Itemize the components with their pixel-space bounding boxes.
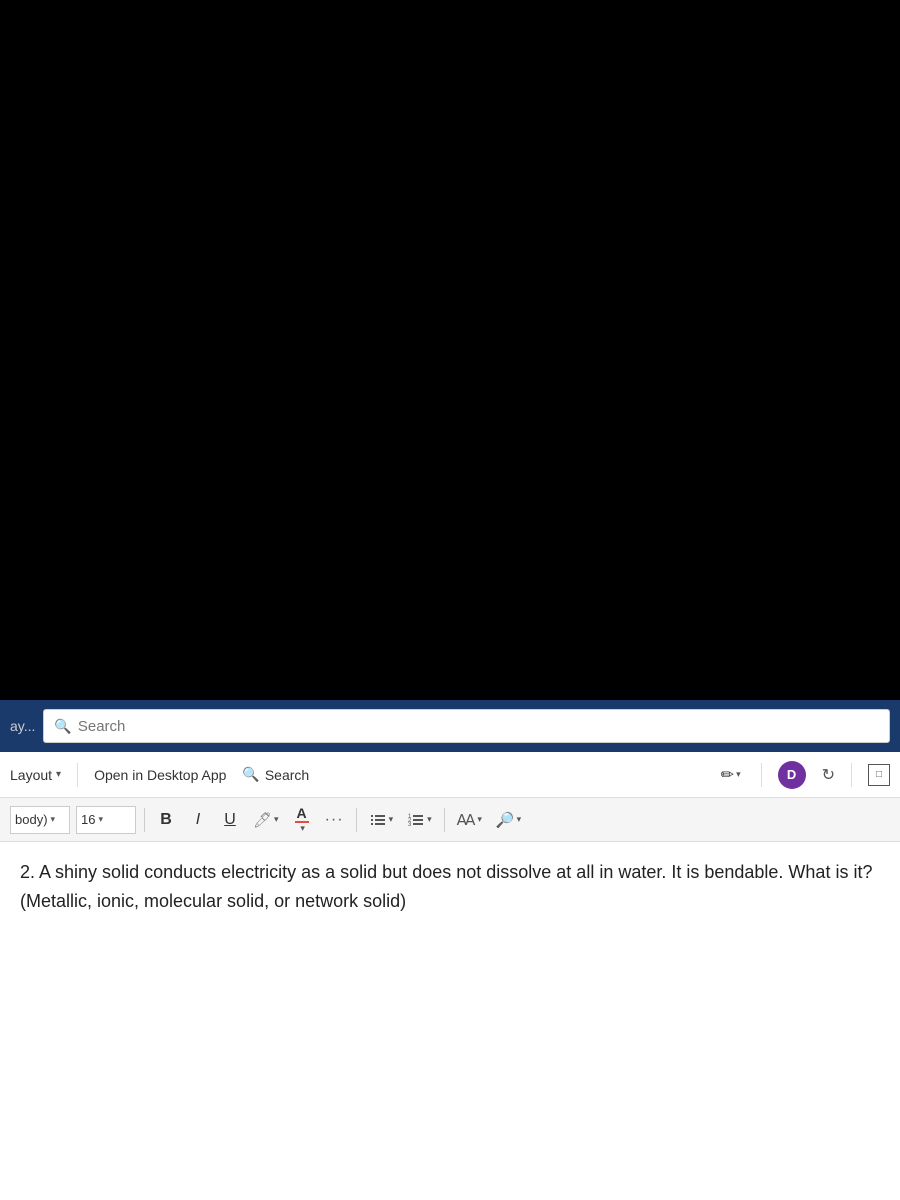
style-brush-button[interactable]: Ꜳ ▾ <box>453 806 486 834</box>
fmt-separator-3 <box>444 808 445 832</box>
style-chevron-icon: ▾ <box>51 814 56 825</box>
bullet-list-button[interactable]: ▾ <box>365 806 398 834</box>
search-box[interactable]: 🔍 <box>43 709 890 743</box>
search-ribbon-label: Search <box>265 767 309 783</box>
font-size-select[interactable]: 16 ▾ <box>76 806 136 834</box>
style-label: body) <box>15 812 48 827</box>
numbered-list-icon: 1 2 3 <box>407 811 425 829</box>
bullet-list-chevron-icon: ▾ <box>389 814 394 825</box>
zoom-button[interactable]: 🔎 ▾ <box>492 806 525 834</box>
numbered-list-button[interactable]: 1 2 3 ▾ <box>403 806 436 834</box>
font-size-chevron-icon: ▾ <box>98 814 103 825</box>
pencil-icon: ✏ <box>721 765 734 785</box>
window-button[interactable]: □ <box>868 764 890 786</box>
search-icon: 🔍 <box>54 718 71 735</box>
document-content: 2. A shiny solid conducts electricity as… <box>0 842 900 1200</box>
highlight-chevron-icon: ▾ <box>274 814 279 825</box>
formatting-bar: body) ▾ 16 ▾ B I U 🖊 ▾ A ▾ ··· <box>0 798 900 842</box>
layout-label: Layout <box>10 767 52 783</box>
italic-label: I <box>196 811 200 829</box>
black-background <box>0 0 900 700</box>
search-ribbon-icon: 🔍 <box>242 766 259 783</box>
fmt-separator-1 <box>144 808 145 832</box>
highlight-icon: 🖊 <box>253 811 272 829</box>
pencil-button[interactable]: ✏ ▾ <box>717 761 745 789</box>
style-brush-chevron-icon: ▾ <box>477 814 482 825</box>
window-icon: □ <box>876 769 882 780</box>
ribbon-separator-1 <box>77 763 78 787</box>
bold-label: B <box>160 811 172 829</box>
style-select[interactable]: body) ▾ <box>10 806 70 834</box>
refresh-icon: ↻ <box>822 767 835 784</box>
zoom-icon: 🔎 <box>496 811 515 829</box>
bullet-list-icon <box>369 811 387 829</box>
font-color-label: A <box>297 806 307 820</box>
refresh-button[interactable]: ↻ <box>822 765 835 785</box>
numbered-list-chevron-icon: ▾ <box>427 814 432 825</box>
highlight-button[interactable]: 🖊 ▾ <box>249 806 283 834</box>
bold-button[interactable]: B <box>153 806 179 834</box>
open-desktop-button[interactable]: Open in Desktop App <box>94 767 226 783</box>
font-size-value: 16 <box>81 812 95 827</box>
more-dots-icon: ··· <box>325 811 344 829</box>
ribbon-separator-3 <box>851 763 852 787</box>
underline-button[interactable]: U <box>217 806 243 834</box>
underline-label: U <box>224 811 236 829</box>
search-button[interactable]: 🔍 Search <box>242 766 309 783</box>
layout-menu[interactable]: Layout ▾ <box>10 767 61 783</box>
italic-button[interactable]: I <box>185 806 211 834</box>
zoom-chevron-icon: ▾ <box>517 814 522 825</box>
open-desktop-label: Open in Desktop App <box>94 767 226 783</box>
user-avatar[interactable]: D <box>778 761 806 789</box>
svg-text:3: 3 <box>408 822 412 828</box>
fmt-separator-2 <box>356 808 357 832</box>
user-initial: D <box>787 767 796 782</box>
style-brush-icon: Ꜳ <box>457 811 476 829</box>
font-color-button[interactable]: A ▾ <box>289 806 315 834</box>
layout-chevron-icon: ▾ <box>56 769 61 780</box>
more-options-button[interactable]: ··· <box>321 806 348 834</box>
top-toolbar: ay... 🔍 <box>0 700 900 752</box>
document-text: 2. A shiny solid conducts electricity as… <box>20 858 880 916</box>
ribbon-separator-2 <box>761 763 762 787</box>
toolbar-left-label: ay... <box>10 718 35 734</box>
pencil-chevron-icon: ▾ <box>736 769 741 780</box>
ribbon-bar: Layout ▾ Open in Desktop App 🔍 Search ✏ … <box>0 752 900 798</box>
font-color-chevron-icon: ▾ <box>300 823 305 834</box>
search-input[interactable] <box>78 718 879 735</box>
